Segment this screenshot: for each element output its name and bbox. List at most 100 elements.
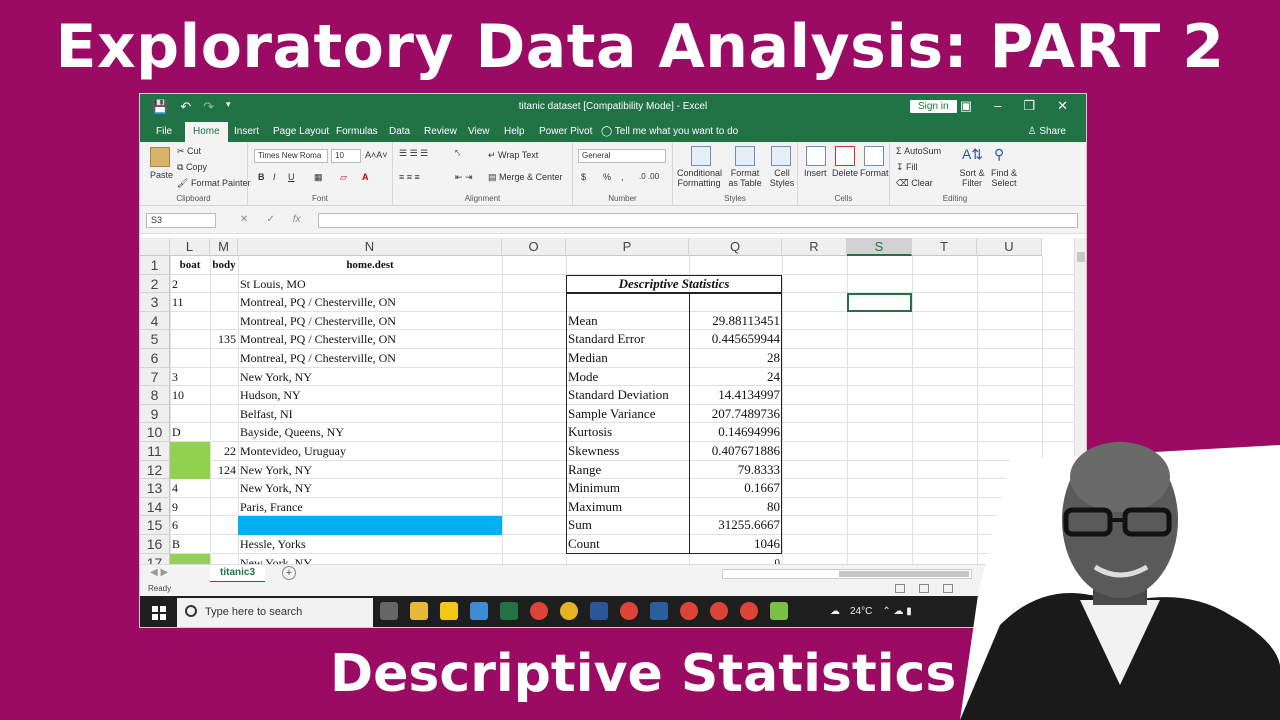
hscroll-thumb[interactable]: [839, 571, 969, 577]
chrome-icon-2[interactable]: [620, 602, 638, 620]
stat-label[interactable]: Median: [566, 349, 689, 368]
find-icon[interactable]: ⚲: [994, 146, 1004, 163]
row-header-11[interactable]: 11: [140, 442, 170, 461]
tab-home[interactable]: Home: [185, 122, 228, 143]
column-header-m[interactable]: M: [210, 238, 238, 256]
cell-n16[interactable]: Hessle, Yorks: [238, 535, 502, 554]
underline-button[interactable]: U: [288, 172, 295, 182]
chrome-icon-4[interactable]: [710, 602, 728, 620]
cell-n6[interactable]: Montreal, PQ / Chesterville, ON: [238, 349, 502, 368]
format-table-icon[interactable]: [735, 146, 755, 166]
paste-button[interactable]: Paste: [150, 170, 173, 180]
cell-n3[interactable]: Montreal, PQ / Chesterville, ON: [238, 293, 502, 312]
cell-n10[interactable]: Bayside, Queens, NY: [238, 423, 502, 442]
stat-label[interactable]: Skewness: [566, 442, 689, 461]
close-icon[interactable]: ✕: [1057, 98, 1068, 114]
font-size-combo[interactable]: 10: [331, 149, 361, 163]
excel-taskbar-icon[interactable]: [500, 602, 518, 620]
stat-value[interactable]: 80: [689, 498, 782, 517]
row-header-13[interactable]: 13: [140, 479, 170, 498]
chrome-icon-3[interactable]: [680, 602, 698, 620]
cell-l14[interactable]: 9: [170, 498, 210, 517]
column-header-o[interactable]: O: [502, 238, 566, 256]
row-header-5[interactable]: 5: [140, 330, 170, 349]
comma-button[interactable]: ,: [621, 172, 624, 182]
row-header-1[interactable]: 1: [140, 256, 170, 275]
cell-n9[interactable]: Belfast, NI: [238, 405, 502, 424]
cell-n1[interactable]: home.dest: [238, 256, 502, 275]
sheet-tab-titanic3[interactable]: titanic3: [210, 565, 266, 583]
bold-button[interactable]: B: [258, 172, 265, 182]
stat-value[interactable]: 207.7489736: [689, 405, 782, 424]
row-header-14[interactable]: 14: [140, 497, 170, 517]
powerbi-icon[interactable]: [440, 602, 458, 620]
tab-formulas[interactable]: Formulas: [336, 126, 378, 137]
stat-value[interactable]: 28: [689, 349, 782, 368]
stat-label[interactable]: Mode: [566, 368, 689, 387]
insert-cells-icon[interactable]: [806, 146, 826, 166]
cell-n4[interactable]: Montreal, PQ / Chesterville, ON: [238, 312, 502, 331]
cell-n5[interactable]: Montreal, PQ / Chesterville, ON: [238, 330, 502, 349]
ribbon-display-icon[interactable]: ▣: [960, 98, 972, 114]
page-layout-view-icon[interactable]: [919, 584, 929, 593]
cell-l8[interactable]: 10: [170, 386, 210, 405]
merge-center-button[interactable]: ▤ Merge & Center: [488, 172, 563, 183]
tab-page-layout[interactable]: Page Layout: [273, 126, 329, 137]
formula-input[interactable]: [318, 213, 1078, 228]
cancel-icon[interactable]: ✕: [240, 214, 248, 225]
stat-value[interactable]: 0.445659944: [689, 330, 782, 349]
cell-styles-button[interactable]: Cell Styles: [767, 168, 797, 188]
tab-file[interactable]: File: [156, 126, 172, 137]
tab-data[interactable]: Data: [389, 126, 410, 137]
percent-button[interactable]: %: [603, 172, 611, 182]
taskbar-search[interactable]: Type here to search: [177, 598, 373, 627]
green-filled-cell[interactable]: [170, 460, 210, 480]
cell-m11[interactable]: 22: [210, 442, 238, 461]
tab-help[interactable]: Help: [504, 126, 525, 137]
store-icon[interactable]: [470, 602, 488, 620]
stat-label[interactable]: Maximum: [566, 498, 689, 517]
row-header-16[interactable]: 16: [140, 535, 170, 554]
conditional-formatting-icon[interactable]: [691, 146, 711, 166]
cell-n14[interactable]: Paris, France: [238, 498, 502, 517]
column-header-n[interactable]: N: [238, 238, 502, 256]
wrap-text-button[interactable]: ↵ Wrap Text: [488, 150, 538, 161]
delete-cells-icon[interactable]: [835, 146, 855, 166]
row-header-6[interactable]: 6: [140, 349, 170, 368]
app-icon[interactable]: [560, 602, 578, 620]
tab-power-pivot[interactable]: Power Pivot: [539, 126, 592, 137]
cell-l7[interactable]: 3: [170, 368, 210, 387]
stat-label[interactable]: Count: [566, 535, 689, 554]
column-header-q[interactable]: Q: [689, 238, 782, 256]
restore-icon[interactable]: ❐: [1023, 98, 1035, 114]
delete-button[interactable]: Delete: [832, 168, 858, 178]
stat-value[interactable]: 0.14694996: [689, 423, 782, 442]
stat-label[interactable]: Standard Deviation: [566, 386, 689, 405]
clear-button[interactable]: ⌫ Clear: [896, 178, 933, 189]
stat-value[interactable]: 14.4134997: [689, 386, 782, 405]
stat-label[interactable]: Minimum: [566, 479, 689, 498]
paste-icon[interactable]: [150, 147, 170, 167]
column-header-r[interactable]: R: [782, 238, 847, 256]
row-header-12[interactable]: 12: [140, 460, 170, 480]
cell-q17[interactable]: 0: [689, 554, 782, 564]
format-button[interactable]: Format: [860, 168, 889, 178]
align-top-icon[interactable]: ☰ ☰ ☰: [399, 148, 428, 159]
stat-label[interactable]: Mean: [566, 312, 689, 331]
enter-icon[interactable]: ✓: [266, 214, 274, 225]
cell-n8[interactable]: Hudson, NY: [238, 386, 502, 405]
row-header-2[interactable]: 2: [140, 274, 170, 294]
indent-icon[interactable]: ⇤ ⇥: [455, 172, 473, 183]
worksheet-grid[interactable]: L M N O P Q R S T U 1 2 3 4 5 6 7 8 9 10 11 12 13 14 15 16 17 boat b…: [140, 238, 1076, 564]
cell-m12[interactable]: 124: [210, 461, 238, 480]
tab-view[interactable]: View: [468, 126, 490, 137]
row-header-9[interactable]: 9: [140, 404, 170, 424]
file-explorer-icon[interactable]: [410, 602, 428, 620]
decimal-icon[interactable]: .0 .00: [639, 172, 659, 181]
row-header-17[interactable]: 17: [140, 553, 170, 564]
stat-label[interactable]: Sample Variance: [566, 405, 689, 424]
cell-l10[interactable]: D: [170, 423, 210, 442]
green-filled-cell[interactable]: [170, 442, 210, 461]
cell-m1[interactable]: body: [210, 256, 238, 275]
camtasia-icon[interactable]: [770, 602, 788, 620]
